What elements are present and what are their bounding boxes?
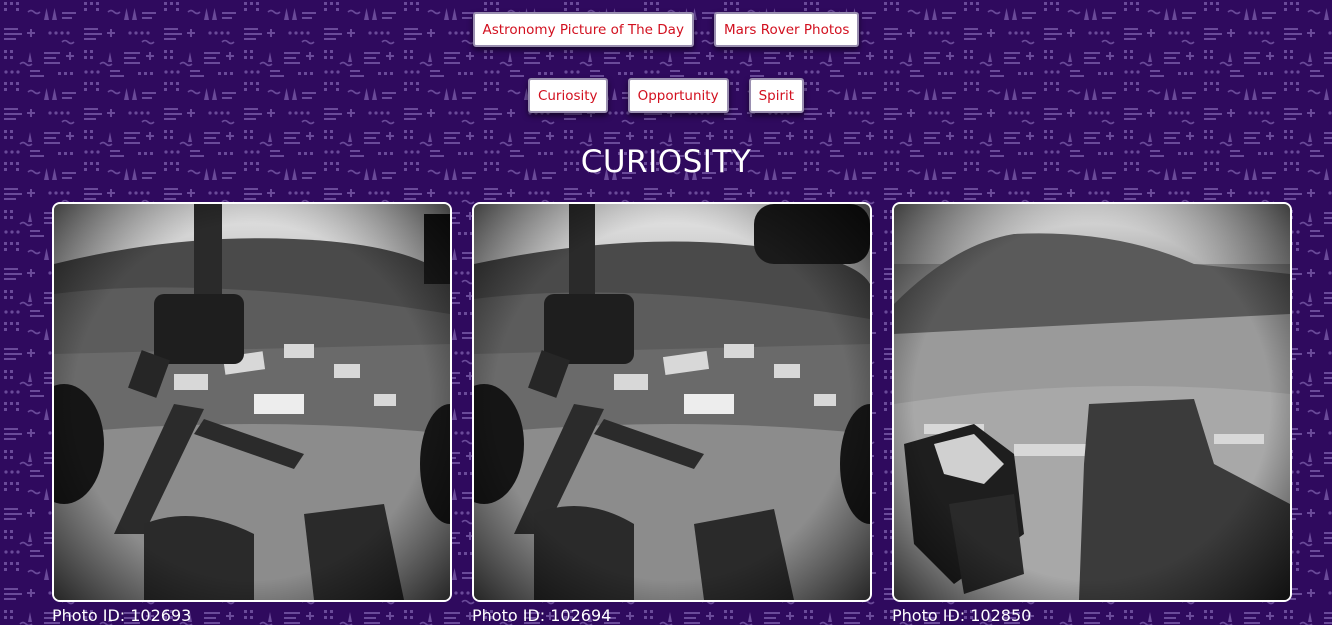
photo-id-caption: Photo ID: 102693 bbox=[52, 606, 192, 625]
spirit-button[interactable]: Spirit bbox=[748, 78, 805, 113]
rover-photo-image bbox=[474, 204, 870, 600]
rover-photo-image bbox=[894, 204, 1290, 600]
opportunity-button[interactable]: Opportunity bbox=[627, 78, 729, 113]
photo-card: Photo ID: 102693 bbox=[52, 202, 452, 625]
photo-card: Photo ID: 102694 bbox=[472, 202, 872, 625]
rover-photo[interactable] bbox=[472, 202, 872, 602]
photo-id-caption: Photo ID: 102850 bbox=[892, 606, 1032, 625]
curiosity-button[interactable]: Curiosity bbox=[527, 78, 608, 113]
rover-nav: Curiosity Opportunity Spirit bbox=[0, 78, 1332, 113]
mars-rover-photos-button[interactable]: Mars Rover Photos bbox=[713, 12, 860, 47]
main-nav: Astronomy Picture of The Day Mars Rover … bbox=[0, 12, 1332, 47]
photo-card: Photo ID: 102850 bbox=[892, 202, 1292, 625]
photo-id-caption: Photo ID: 102694 bbox=[472, 606, 612, 625]
apod-button[interactable]: Astronomy Picture of The Day bbox=[472, 12, 694, 47]
photo-gallery: Photo ID: 102693 Photo ID: 102694 Photo … bbox=[0, 202, 1332, 625]
rover-photo-image bbox=[54, 204, 450, 600]
rover-photo[interactable] bbox=[52, 202, 452, 602]
rover-title: CURIOSITY bbox=[580, 144, 752, 180]
rover-photo[interactable] bbox=[892, 202, 1292, 602]
